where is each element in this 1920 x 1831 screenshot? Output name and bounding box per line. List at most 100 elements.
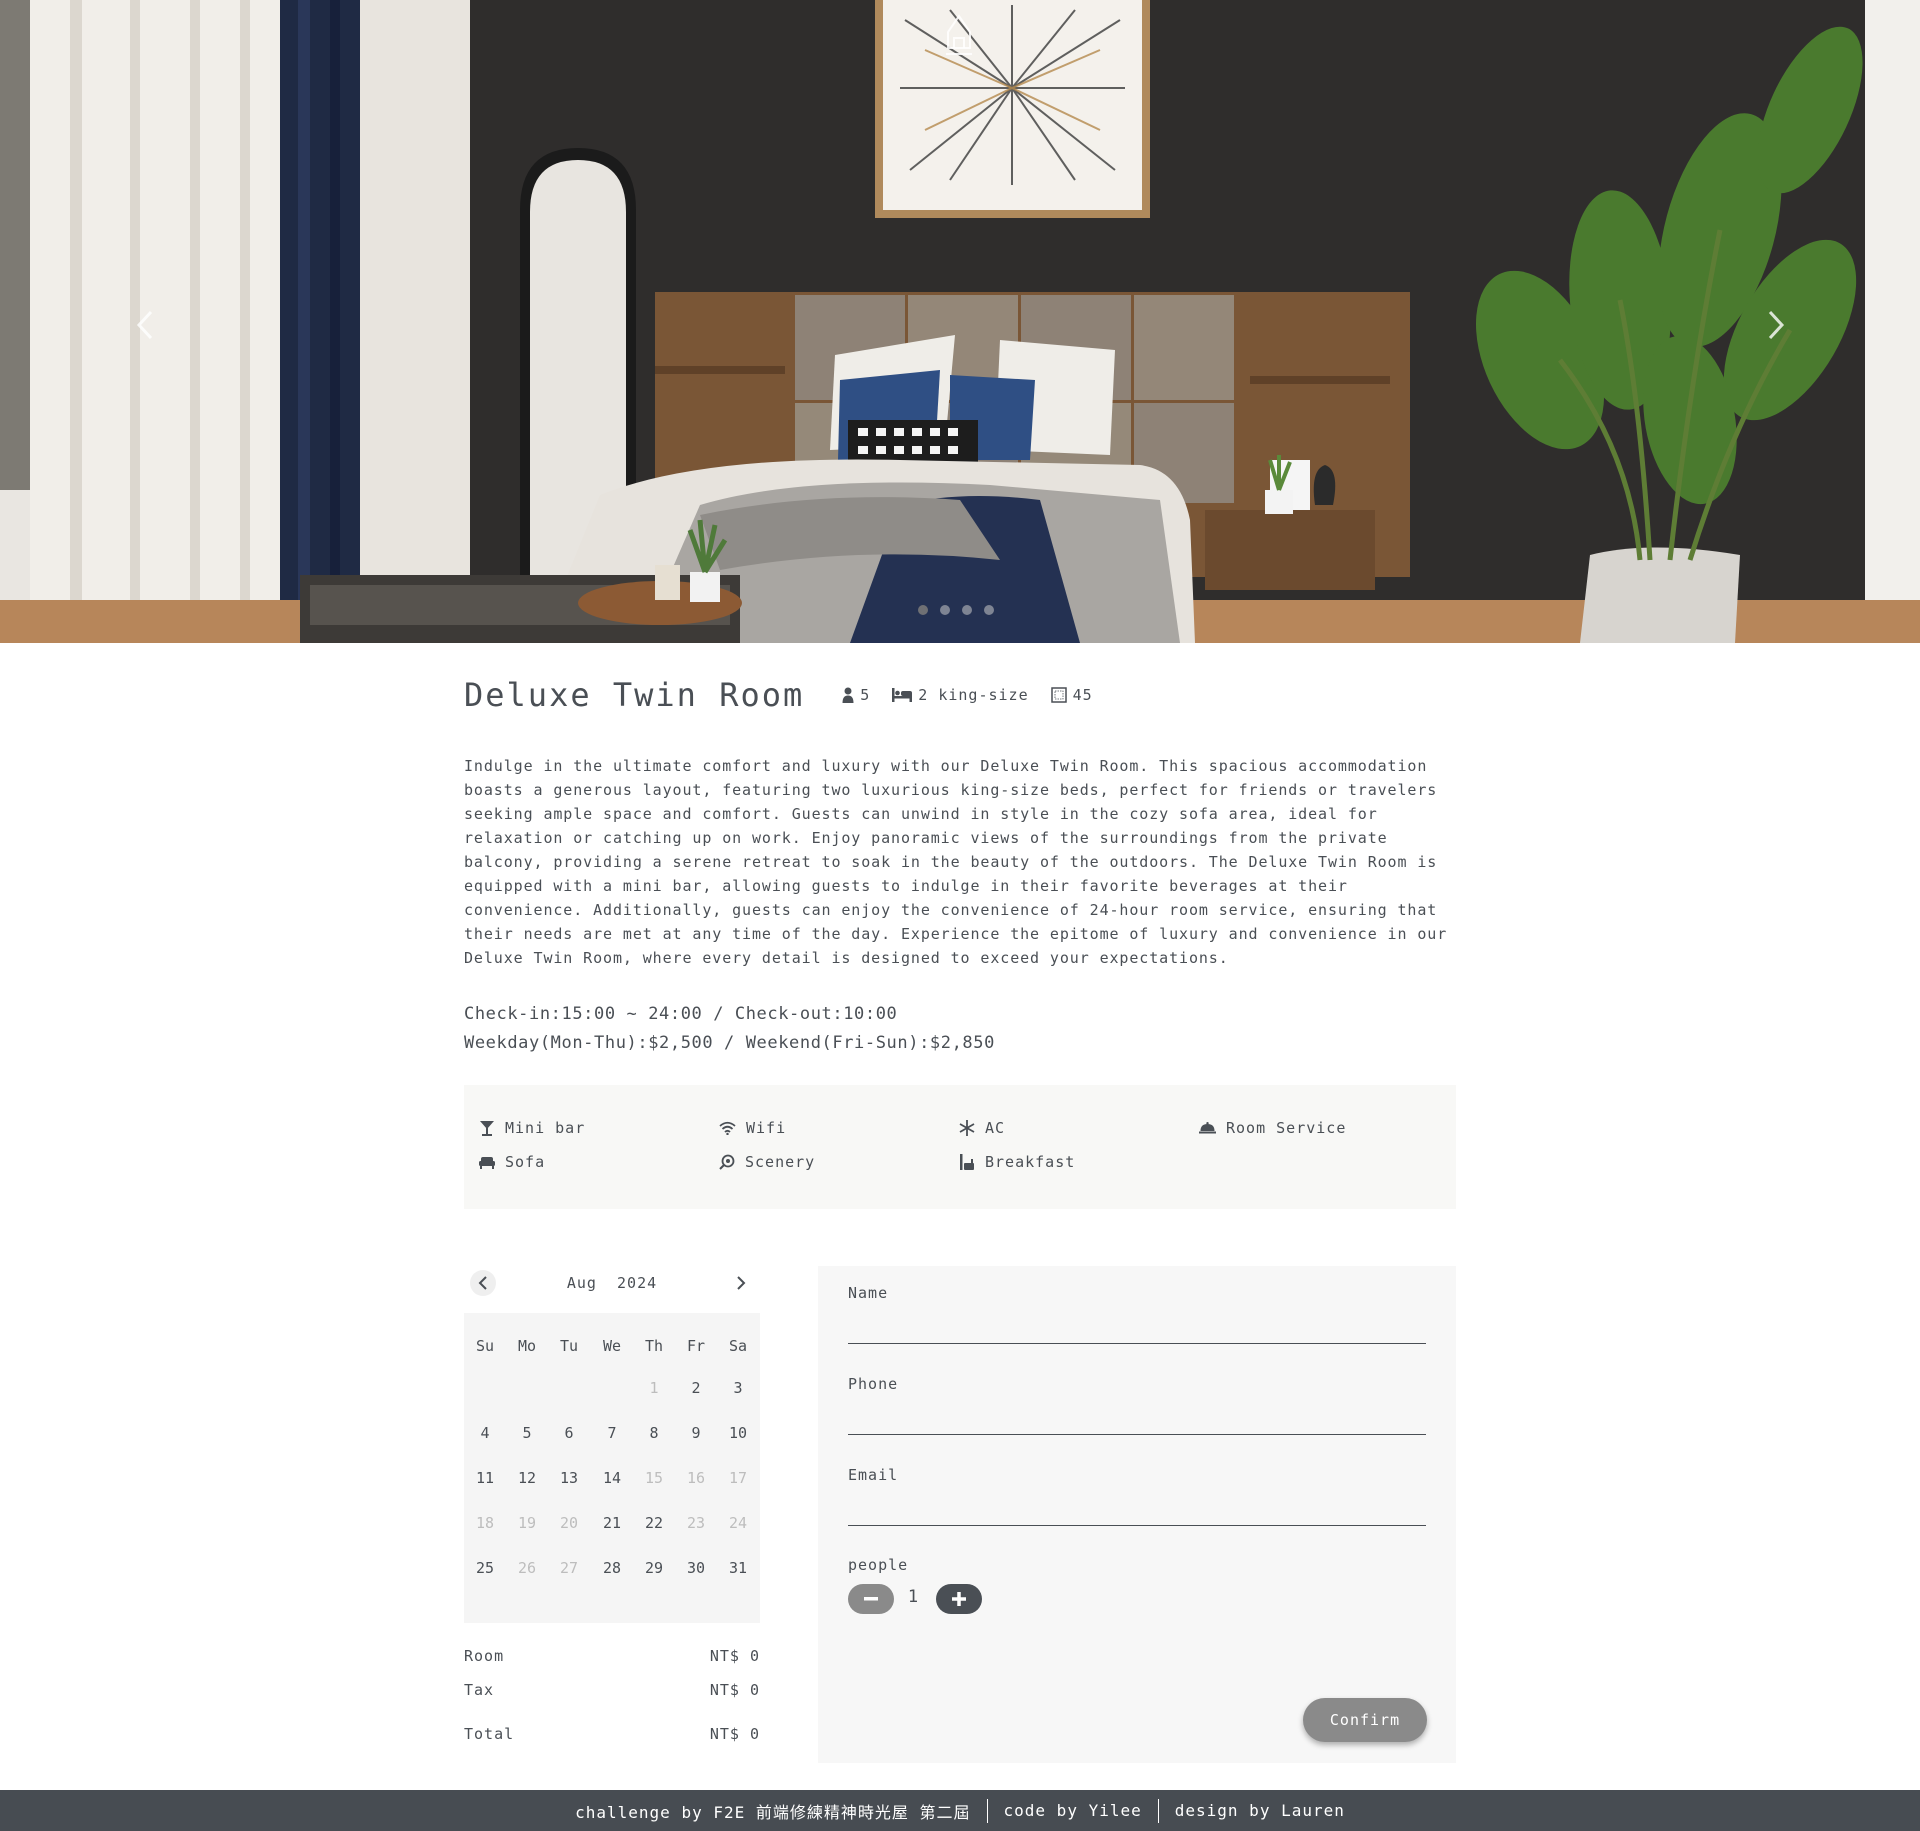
calendar-day: 24 — [728, 1514, 748, 1532]
amenity-breakfast: Breakfast — [959, 1153, 1075, 1171]
wifi-icon — [719, 1121, 736, 1135]
calendar-day[interactable]: 5 — [507, 1418, 547, 1448]
breakfast-icon — [960, 1154, 974, 1170]
total-value: NT$ 0 — [709, 1725, 760, 1743]
calendar-day[interactable]: 11 — [465, 1463, 505, 1493]
weekday-label: Tu — [559, 1337, 579, 1355]
calendar-day[interactable]: 13 — [549, 1463, 589, 1493]
calendar-day[interactable]: 31 — [718, 1553, 758, 1583]
calendar-day[interactable]: 30 — [676, 1553, 716, 1583]
weekday-label: Sa — [728, 1337, 748, 1355]
carousel-dot[interactable] — [984, 605, 994, 615]
carousel-prev-button[interactable] — [125, 300, 165, 350]
plus-icon — [952, 1592, 966, 1606]
calendar-day[interactable]: 4 — [465, 1418, 505, 1448]
amenity-scenery: Scenery — [719, 1153, 815, 1171]
room-description: Indulge in the ultimate comfort and luxu… — [464, 757, 1448, 967]
calendar-day: 20 — [559, 1514, 579, 1532]
room-hours-prices: Check-in:15:00 ~ 24:00 / Check-out:10:00… — [464, 1000, 995, 1058]
chevron-left-icon — [136, 310, 153, 340]
chevron-right-icon — [1768, 310, 1785, 340]
carousel-indicators — [918, 605, 994, 615]
calendar-day[interactable]: 12 — [507, 1463, 547, 1493]
people-count: 1 — [907, 1587, 919, 1607]
carousel-dot[interactable] — [918, 605, 928, 615]
weekday-label: Su — [475, 1337, 495, 1355]
booking-form: Name Phone Email people 1 Confirm — [818, 1266, 1456, 1763]
amenity-wifi: Wifi — [719, 1119, 786, 1137]
footer-challenge-credit: challenge by F2E 前端修練精神時光屋 第二屆 — [575, 1802, 971, 1822]
calendar-day[interactable]: 2 — [676, 1373, 716, 1403]
calendar-next-month-button[interactable] — [728, 1270, 754, 1296]
amenity-label: Breakfast — [985, 1153, 1076, 1171]
phone-input[interactable] — [848, 1405, 1426, 1435]
tax-row: Tax NT$ 0 — [464, 1681, 760, 1699]
amenity-label: Room Service — [1226, 1119, 1347, 1137]
decrease-people-button[interactable] — [848, 1584, 894, 1614]
calendar-grid: Su Mo Tu We Th Fr Sa 1 2 3 4 5 6 7 8 9 10 11 12 13 14… — [464, 1313, 760, 1623]
snowflake-icon — [959, 1120, 975, 1136]
footer-divider — [1157, 1798, 1159, 1823]
calendar-day[interactable]: 10 — [718, 1418, 758, 1448]
calendar-day[interactable]: 28 — [592, 1553, 632, 1583]
footer-divider — [986, 1798, 988, 1823]
cocktail-icon — [480, 1120, 494, 1136]
total-row: Total NT$ 0 — [464, 1725, 760, 1743]
calendar-day: 27 — [559, 1559, 579, 1577]
calendar-day: 15 — [644, 1469, 664, 1487]
amenity-label: Sofa — [505, 1153, 546, 1171]
name-input[interactable] — [848, 1314, 1426, 1344]
calendar-day[interactable]: 3 — [718, 1373, 758, 1403]
calendar-day[interactable]: 25 — [465, 1553, 505, 1583]
total-label: Total — [464, 1725, 515, 1743]
minus-icon — [864, 1597, 878, 1601]
carousel-dot[interactable] — [940, 605, 950, 615]
hero-carousel — [0, 0, 1920, 643]
size-value: 45 — [1072, 686, 1093, 704]
calendar-day[interactable]: 8 — [634, 1418, 674, 1448]
calendar-day[interactable]: 22 — [634, 1508, 674, 1538]
weekday-label: Th — [644, 1337, 664, 1355]
amenity-sofa: Sofa — [479, 1153, 545, 1171]
amenity-label: Wifi — [746, 1119, 787, 1137]
calendar-day[interactable]: 7 — [592, 1418, 632, 1448]
calendar-day: 19 — [517, 1514, 537, 1532]
amenity-label: AC — [985, 1119, 1006, 1137]
amenity-room-service: Room Service — [1199, 1119, 1346, 1137]
calendar-day[interactable]: 29 — [634, 1553, 674, 1583]
amenity-label: Mini bar — [505, 1119, 586, 1137]
sofa-icon — [479, 1156, 495, 1169]
chevron-right-icon — [737, 1276, 746, 1290]
calendar-day[interactable]: 21 — [592, 1508, 632, 1538]
size-spec: 45 — [1050, 686, 1093, 704]
calendar-day[interactable]: 14 — [592, 1463, 632, 1493]
tax-value: NT$ 0 — [709, 1681, 760, 1699]
amenity-ac: AC — [959, 1119, 1005, 1137]
room-title: Deluxe Twin Room — [464, 676, 805, 714]
footer-code-credit: code by Yilee — [1003, 1801, 1142, 1820]
price-info: Weekday(Mon-Thu):$2,500 / Weekend(Fri-Su… — [464, 1033, 995, 1053]
carousel-next-button[interactable] — [1756, 300, 1796, 350]
hero-room-image — [0, 0, 1920, 643]
confirm-button[interactable]: Confirm — [1303, 1698, 1427, 1742]
cloche-icon — [1199, 1122, 1216, 1134]
email-input[interactable] — [848, 1496, 1426, 1526]
carousel-dot[interactable] — [962, 605, 972, 615]
calendar-day: 23 — [686, 1514, 706, 1532]
capacity-value: 5 — [860, 686, 871, 704]
weekday-label: We — [602, 1337, 622, 1355]
footer-design-credit: design by Lauren — [1174, 1801, 1345, 1820]
calendar-day[interactable]: 6 — [549, 1418, 589, 1448]
tax-label: Tax — [464, 1681, 495, 1699]
weekday-label: Mo — [517, 1337, 537, 1355]
increase-people-button[interactable] — [936, 1584, 982, 1614]
name-label: Name — [848, 1284, 889, 1302]
scenery-icon — [719, 1154, 735, 1170]
calendar-header: Aug 2024 — [464, 1264, 760, 1304]
capacity-spec: 5 — [842, 686, 870, 704]
calendar-day: 17 — [728, 1469, 748, 1487]
calendar-day[interactable]: 9 — [676, 1418, 716, 1448]
room-price-label: Room — [464, 1647, 505, 1665]
person-icon — [842, 687, 854, 703]
area-icon — [1050, 687, 1067, 703]
